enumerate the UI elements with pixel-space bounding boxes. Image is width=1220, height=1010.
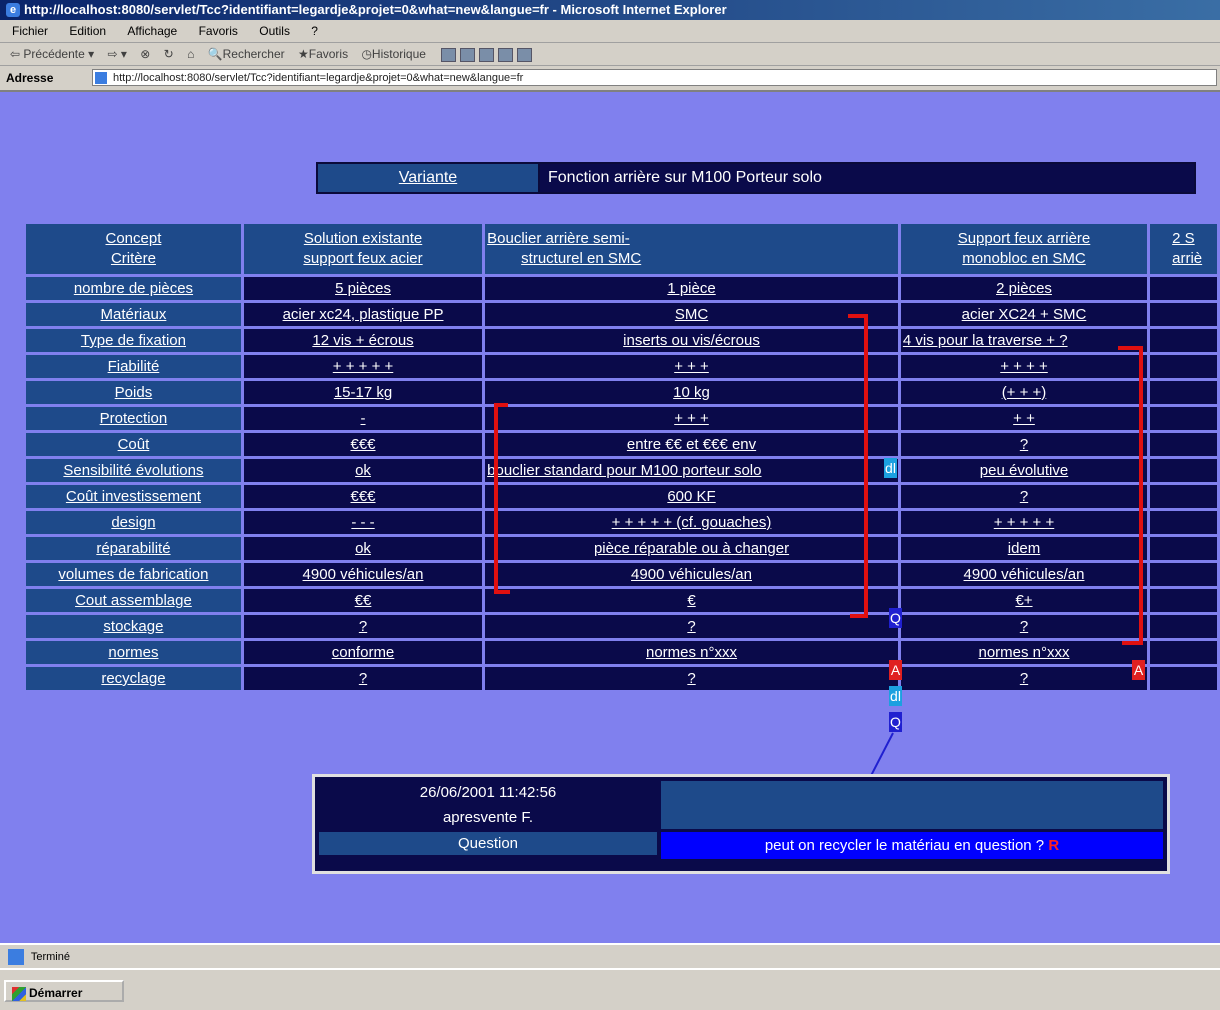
toolbar: ⇦ Précédente ▾ ⇨ ▾ ⊗ ↻ ⌂ 🔍Rechercher ★Fa… [0, 43, 1220, 66]
page-content: Variante Fonction arrière sur M100 Porte… [0, 92, 1220, 943]
windows-logo-icon [12, 986, 26, 1001]
address-input[interactable]: http://localhost:8080/servlet/Tcc?identi… [92, 69, 1217, 86]
menu-edition[interactable]: Edition [69, 24, 106, 38]
question-response-tag[interactable]: R [1048, 837, 1059, 854]
menu-help[interactable]: ? [311, 24, 318, 38]
favorites-label: Favoris [308, 47, 349, 61]
info-author: apresvente F. [319, 806, 657, 829]
info-box: 26/06/2001 11:42:56 apresvente F. Questi… [312, 774, 1170, 874]
messenger-icon[interactable] [517, 47, 533, 62]
window-title: http://localhost:8080/servlet/Tcc?identi… [24, 2, 727, 17]
ie-status-icon [8, 949, 24, 966]
menu-outils[interactable]: Outils [259, 24, 290, 38]
menu-fichier[interactable]: Fichier [12, 24, 48, 38]
info-datetime: 26/06/2001 11:42:56 [319, 781, 657, 804]
menu-bar: Fichier Edition Affichage Favoris Outils… [0, 20, 1220, 43]
status-bar: Terminé [0, 943, 1220, 969]
favorites-button[interactable]: ★Favoris [298, 43, 348, 65]
toolbar-extra-icons[interactable] [439, 43, 534, 65]
refresh-icon[interactable]: ↻ [164, 43, 174, 65]
home-icon[interactable]: ⌂ [187, 43, 194, 65]
forward-button[interactable]: ⇨ ▾ [107, 43, 126, 65]
status-text: Terminé [30, 951, 70, 963]
question-text: peut on recycler le matériau en question… [764, 837, 1045, 854]
menu-affichage[interactable]: Affichage [127, 24, 177, 38]
mail-icon[interactable] [441, 47, 457, 62]
history-label: Historique [371, 47, 426, 61]
taskbar: Démarrer [0, 968, 1220, 1010]
search-label: Rechercher [222, 47, 285, 61]
address-bar: Adresse http://localhost:8080/servlet/Tc… [0, 66, 1220, 92]
discuss-icon[interactable] [498, 47, 514, 62]
address-url: http://localhost:8080/servlet/Tcc?identi… [113, 72, 524, 84]
start-button[interactable]: Démarrer [4, 980, 124, 1002]
search-button[interactable]: 🔍Rechercher [208, 43, 285, 65]
info-question: peut on recycler le matériau en question… [661, 832, 1163, 859]
back-button[interactable]: ⇦ Précédente ▾ [10, 43, 94, 65]
info-blank-cell [661, 781, 1163, 829]
ie-logo-icon: e [6, 3, 20, 17]
stop-icon[interactable]: ⊗ [140, 43, 150, 65]
print-icon[interactable] [460, 47, 476, 62]
menu-favoris[interactable]: Favoris [199, 24, 238, 38]
history-button[interactable]: ◷Historique [361, 43, 426, 65]
page-icon [95, 72, 107, 84]
window-title-bar: e http://localhost:8080/servlet/Tcc?ident… [0, 0, 1220, 20]
info-type-label: Question [319, 832, 657, 855]
bracket-col2-right [848, 314, 868, 618]
start-label: Démarrer [29, 986, 83, 1000]
edit-icon[interactable] [479, 47, 495, 62]
back-label: Précédente [23, 47, 85, 61]
bracket-col2-left [494, 403, 510, 594]
address-label: Adresse [6, 71, 54, 85]
bracket-col3-right [1118, 346, 1143, 645]
